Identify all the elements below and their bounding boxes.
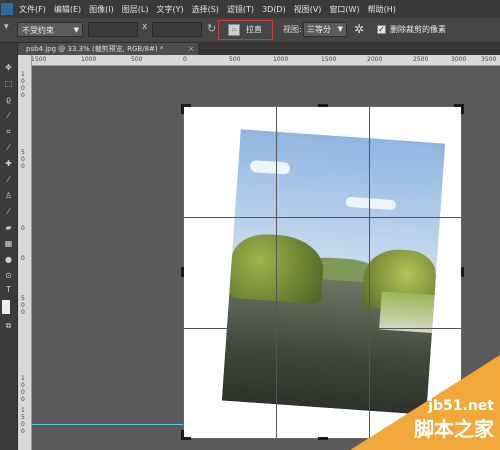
straighten-icon[interactable]: ▭ [228, 24, 240, 36]
ratio-select[interactable]: 不受约束 ▼ [17, 22, 83, 37]
straighten-label[interactable]: 拉直 [246, 24, 262, 35]
crop-handle-bottom-left[interactable] [181, 430, 184, 440]
ruler-label: 0 [21, 78, 25, 85]
ruler-label: 1500 [321, 56, 337, 63]
eyedropper-icon[interactable]: ⁄ [2, 143, 15, 153]
crop-handle-left[interactable] [181, 267, 184, 277]
tools-panel: ✥ ⬚ ϱ ⁄ ⌗ ⁄ ✚ ⁄ ♙ ⁄ ▰ ▦ ● ⊙ T ⧉ [0, 43, 18, 450]
tool-preset-icon[interactable]: ▾ [4, 22, 14, 36]
menu-help[interactable]: 帮助(H) [364, 4, 400, 15]
ruler-label: 1000 [81, 56, 97, 63]
foreground-color-swatch[interactable] [2, 300, 10, 314]
app-logo-icon[interactable] [1, 3, 13, 15]
ruler-label: 5 [21, 414, 25, 421]
ruler-label: 0 [21, 85, 25, 92]
ruler-label: 0 [21, 225, 25, 232]
chevron-down-icon: ▼ [73, 26, 79, 34]
pen-icon[interactable]: ⊙ [2, 271, 15, 281]
blur-icon[interactable]: ● [2, 255, 15, 265]
ruler-label: 5 [21, 149, 25, 156]
menu-image[interactable]: 图像(I) [85, 4, 118, 15]
ruler-label: 1 [21, 407, 25, 414]
view-value: 三等分 [307, 25, 331, 34]
ruler-label: 0 [21, 163, 25, 170]
ruler-label: 0 [21, 309, 25, 316]
menu-layer[interactable]: 图层(L) [118, 4, 153, 15]
screen-mode-icon[interactable]: ⧉ [2, 321, 15, 331]
swap-icon[interactable]: ↻ [207, 22, 216, 35]
document-title: psb4.jpg @ 33.3% (裁剪预览, RGB/8#) * [26, 45, 164, 53]
ruler-label: 500 [229, 56, 241, 63]
height-input[interactable] [152, 22, 202, 37]
lasso-icon[interactable]: ϱ [2, 95, 15, 105]
ruler-label: 2500 [413, 56, 429, 63]
ruler-label: 2000 [367, 56, 383, 63]
watermark-domain: jb51.net [428, 398, 494, 414]
marquee-icon[interactable]: ⬚ [2, 79, 15, 89]
crop-icon[interactable]: ⌗ [2, 127, 15, 137]
menu-bar: 文件(F) 编辑(E) 图像(I) 图层(L) 文字(Y) 选择(S) 滤镜(T… [0, 0, 500, 18]
delete-cropped-checkbox[interactable]: ✓ [377, 25, 386, 34]
ruler-label: 500 [131, 56, 143, 63]
ruler-label: 3500 [481, 56, 497, 63]
menu-window[interactable]: 窗口(W) [325, 4, 363, 15]
gear-icon[interactable]: ✲ [354, 22, 364, 36]
type-icon[interactable]: T [2, 285, 15, 295]
gradient-icon[interactable]: ▦ [2, 239, 15, 249]
ruler-label: 0 [183, 56, 187, 63]
move-icon[interactable]: ✥ [2, 63, 15, 73]
tab-bar: psb4.jpg @ 33.3% (裁剪预览, RGB/8#) * × [18, 43, 500, 55]
ruler-label: 0 [21, 396, 25, 403]
ruler-label: 0 [21, 156, 25, 163]
menu-filter[interactable]: 滤镜(T) [223, 4, 258, 15]
crop-handle-right[interactable] [461, 267, 464, 277]
watermark-brand: 脚本之家 [414, 417, 494, 441]
delete-cropped-label[interactable]: 删除裁剪的像素 [390, 24, 446, 35]
ruler-label: 0 [21, 302, 25, 309]
ruler-label: 0 [21, 428, 25, 435]
crop-handle-top-right[interactable] [461, 104, 464, 114]
history-brush-icon[interactable]: ⁄ [2, 207, 15, 217]
options-bar: ▾ 不受约束 ▼ x ↻ ▭ 拉直 视图: 三等分 ▼ ✲ ✓ 删除裁剪的像素 [0, 18, 500, 43]
ruler-label: 1000 [273, 56, 289, 63]
ratio-value: 不受约束 [22, 26, 54, 35]
stamp-icon[interactable]: ♙ [2, 191, 15, 201]
crop-handle-bottom[interactable] [318, 437, 328, 440]
watermark: jb51.net 脚本之家 [350, 355, 500, 450]
menu-file[interactable]: 文件(F) [15, 4, 50, 15]
ruler-label: 5 [21, 295, 25, 302]
crop-handle-top-left[interactable] [181, 104, 184, 114]
menu-view[interactable]: 视图(V) [290, 4, 326, 15]
healing-icon[interactable]: ✚ [2, 159, 15, 169]
ruler-label: 1500 [31, 56, 47, 63]
ruler-label: 0 [21, 382, 25, 389]
eraser-icon[interactable]: ▰ [2, 223, 15, 233]
menu-type[interactable]: 文字(Y) [152, 4, 187, 15]
quick-select-icon[interactable]: ⁄ [2, 111, 15, 121]
close-icon[interactable]: × [188, 43, 194, 55]
brush-icon[interactable]: ⁄ [2, 175, 15, 185]
menu-3d[interactable]: 3D(D) [258, 5, 290, 14]
crop-handle-top[interactable] [318, 104, 328, 107]
view-select[interactable]: 三等分 ▼ [303, 22, 347, 37]
width-input[interactable] [88, 22, 138, 37]
ruler-label: 0 [21, 389, 25, 396]
view-label: 视图: [283, 25, 302, 34]
horizontal-ruler: 1500 1000 500 0 500 1000 1500 2000 2500 … [31, 55, 500, 66]
chevron-down-icon: ▼ [337, 25, 343, 33]
menu-select[interactable]: 选择(S) [188, 4, 223, 15]
ruler-label: 0 [21, 92, 25, 99]
document-tab[interactable]: psb4.jpg @ 33.3% (裁剪预览, RGB/8#) * × [18, 43, 198, 55]
menu-edit[interactable]: 编辑(E) [50, 4, 85, 15]
dimension-separator: x [142, 22, 148, 32]
ruler-label: 1 [21, 71, 25, 78]
ruler-label: 0 [21, 421, 25, 428]
ruler-label: 0 [21, 255, 25, 262]
ruler-label: 3000 [451, 56, 467, 63]
vertical-ruler: 1 0 0 0 5 0 0 0 0 5 0 0 1 0 0 0 1 5 0 0 [18, 55, 32, 450]
ruler-label: 1 [21, 375, 25, 382]
